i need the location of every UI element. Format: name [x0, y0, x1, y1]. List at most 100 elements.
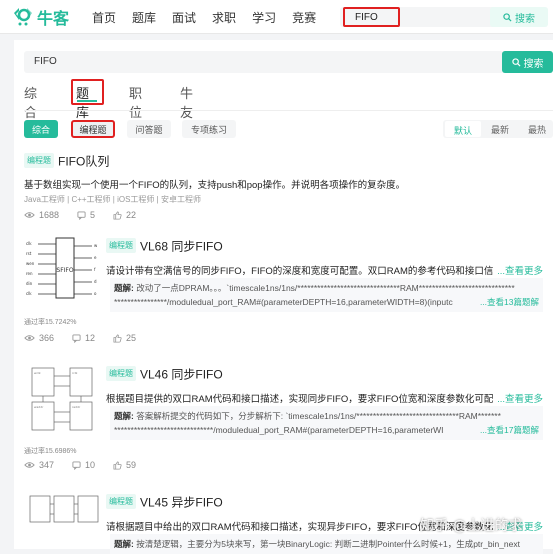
comments-stat[interactable]: 12	[72, 333, 95, 343]
result-item[interactable]: 编程题 VL68 同步FIFO 请设计带有空满信号的同步FIFO，FIFO的深度和…	[106, 237, 543, 277]
result-title[interactable]: VL68 同步FIFO	[140, 239, 223, 253]
result-title[interactable]: FIFO队列	[58, 154, 109, 168]
result-title[interactable]: VL45 异步FIFO	[140, 495, 223, 509]
comments-stat[interactable]: 10	[72, 460, 95, 470]
comment-icon	[72, 333, 81, 343]
nav-interview[interactable]: 面试	[172, 9, 196, 26]
likes-stat[interactable]: 59	[113, 460, 136, 470]
nowcoder-logo-icon	[12, 7, 34, 27]
result-item[interactable]: 编程题 FIFO队列 基于数组实现一个使用一个FIFO的队列，支持push和pop…	[24, 152, 544, 220]
sort-hottest[interactable]: 最热	[528, 123, 546, 136]
sort-newest[interactable]: 最新	[491, 123, 509, 136]
top-navbar: 牛客 首页 题库 面试 求职 学习 竞赛 FIFO 搜索	[0, 0, 553, 34]
job-tag[interactable]: iOS工程师	[117, 195, 154, 204]
svg-text:clk: clk	[26, 241, 32, 246]
job-tag[interactable]: Java工程师	[24, 195, 65, 204]
svg-text:e: e	[94, 255, 97, 260]
filter-bar: 综合 编程题 问答题 专项练习 默认 最新 最热	[24, 120, 553, 140]
comments-stat[interactable]: 5	[77, 210, 95, 220]
result-stats: 366 12 25	[24, 333, 154, 343]
eye-icon	[24, 212, 35, 218]
search-button-label: 搜索	[523, 58, 544, 70]
search-button[interactable]: 搜索	[502, 51, 553, 73]
svg-text:wclk: wclk	[34, 371, 41, 375]
svg-text:o: o	[94, 291, 97, 296]
solution-preview[interactable]: 题解: 答案解析提交的代码如下，分步解析下: `timescale1ns/1ns…	[110, 406, 543, 440]
header-search-label: 搜索	[515, 13, 535, 25]
thumbs-up-icon	[113, 210, 122, 220]
type-tag: 编程题	[106, 366, 136, 382]
svg-text:f: f	[94, 267, 96, 272]
diagram-thumbnail[interactable]	[24, 490, 104, 549]
see-solutions-link[interactable]: ...查看13篇题解	[476, 295, 539, 309]
svg-text:SFIFO: SFIFO	[56, 267, 73, 274]
svg-text:rst: rst	[26, 251, 32, 256]
result-stats: 1688 5 22	[24, 210, 544, 220]
solution-preview[interactable]: 题解: 按清楚逻辑，主要分为5块来写，第一块BinaryLogic: 判断二进制…	[110, 534, 543, 554]
header-search: FIFO 搜索	[340, 7, 548, 27]
main-nav: 首页 题库 面试 求职 学习 竞赛	[92, 9, 332, 26]
type-tag: 编程题	[106, 494, 136, 510]
likes-stat[interactable]: 25	[113, 333, 136, 343]
header-search-button[interactable]: 搜索	[490, 7, 548, 27]
result-desc: 请设计带有空满信号的同步FIFO，FIFO的深度和宽度可配置。双口RAM的参考代…	[106, 263, 543, 277]
search-icon	[511, 57, 521, 67]
type-tag: 编程题	[24, 153, 54, 169]
svg-text:wen: wen	[26, 261, 35, 266]
filter-practice[interactable]: 专项练习	[182, 120, 236, 138]
sort-switch: 默认 最新 最热	[443, 120, 553, 138]
filter-qa[interactable]: 问答题	[127, 120, 171, 138]
results-panel: FIFO 搜索 综合 题库 职位 牛友 综合 编程题 问答题 专项练习 默认 最…	[14, 40, 553, 554]
logo[interactable]: 牛客	[12, 7, 69, 28]
job-tag[interactable]: 安卓工程师	[161, 195, 201, 204]
solution-preview[interactable]: 题解: 改动了一点DPRAM。。。`timescale1ns/1ns/*****…	[110, 278, 543, 312]
watermark: 知乎 @上进的求	[420, 518, 523, 534]
tab-all[interactable]: 综合	[24, 83, 37, 121]
tab-jobs[interactable]: 职位	[129, 83, 142, 121]
see-solutions-link[interactable]: ...查看17篇题解	[476, 423, 539, 437]
eye-icon	[24, 335, 35, 341]
header-search-input[interactable]: FIFO	[343, 7, 400, 27]
search-icon	[503, 12, 512, 22]
svg-text:waddr: waddr	[34, 405, 44, 409]
views-stat: 366	[24, 333, 54, 343]
views-stat: 1688	[24, 210, 59, 220]
result-desc: 根据题目提供的双口RAM代码和接口描述，实现同步FIFO，要求FIFO位宽和深度…	[106, 391, 543, 405]
eye-icon	[24, 462, 35, 468]
see-more-link[interactable]: ...查看更多	[495, 391, 543, 405]
svg-text:raddr: raddr	[72, 405, 81, 409]
likes-stat[interactable]: 22	[113, 210, 136, 220]
tabs-divider	[24, 110, 553, 111]
nav-contest[interactable]: 竞赛	[292, 9, 316, 26]
result-tags: Java工程师 | C++工程师 | iOS工程师 | 安卓工程师	[24, 195, 201, 204]
svg-text:din: din	[26, 281, 33, 286]
active-tab-indicator	[77, 100, 97, 102]
nav-question-bank[interactable]: 题库	[132, 9, 156, 26]
svg-text:w: w	[94, 243, 98, 248]
svg-text:d: d	[94, 279, 97, 284]
thumbs-up-icon	[113, 460, 122, 470]
svg-text:rclk: rclk	[72, 371, 78, 375]
job-tag[interactable]: C++工程师	[71, 195, 110, 204]
result-title[interactable]: VL46 同步FIFO	[140, 367, 223, 381]
diagram-thumbnail[interactable]: SFIFO clk rst wen ren din clk w e f d o	[24, 232, 104, 307]
type-tag: 编程题	[106, 238, 136, 254]
nav-home[interactable]: 首页	[92, 9, 116, 26]
filter-all[interactable]: 综合	[24, 120, 58, 138]
comment-icon	[77, 210, 86, 220]
svg-text:ren: ren	[26, 271, 33, 276]
result-item[interactable]: 编程题 VL46 同步FIFO 根据题目提供的双口RAM代码和接口描述，实现同步F…	[106, 365, 543, 405]
comment-icon	[72, 460, 81, 470]
views-stat: 347	[24, 460, 54, 470]
svg-text:clk: clk	[26, 291, 32, 296]
see-more-link[interactable]: ...查看更多	[495, 263, 543, 277]
nav-learn[interactable]: 学习	[252, 9, 276, 26]
thumbs-up-icon	[113, 333, 122, 343]
diagram-thumbnail[interactable]: wclk rclk waddr raddr	[24, 362, 104, 437]
filter-coding[interactable]: 编程题	[71, 120, 115, 138]
tab-users[interactable]: 牛友	[180, 83, 193, 121]
search-input[interactable]: FIFO	[24, 51, 504, 73]
sort-default[interactable]: 默认	[445, 121, 481, 137]
nav-jobs[interactable]: 求职	[212, 9, 236, 26]
result-stats: 347 10 59	[24, 460, 154, 470]
